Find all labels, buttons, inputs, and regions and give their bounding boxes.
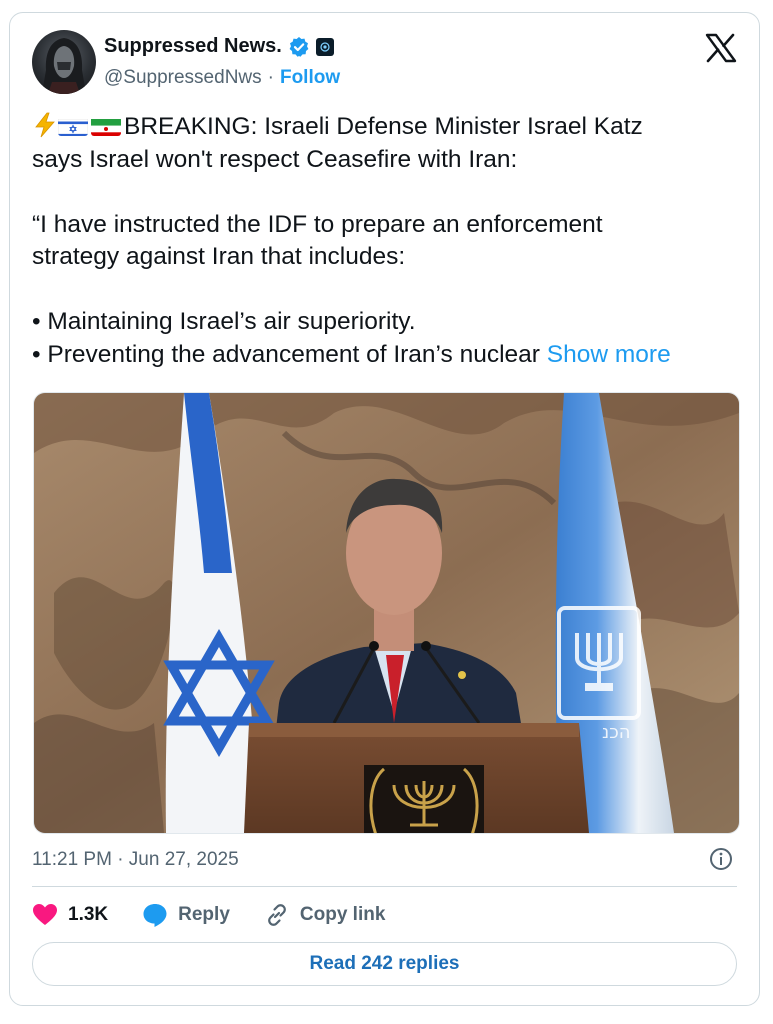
like-button[interactable]: 1.3K xyxy=(32,902,108,928)
tweet-timestamp[interactable]: 11:21 PM · Jun 27, 2025 xyxy=(32,849,239,871)
tweet-line-6: • Preventing the advancement of Iran’s n… xyxy=(32,340,671,368)
reply-label: Reply xyxy=(178,904,230,925)
link-icon xyxy=(268,904,286,926)
affiliate-badge-icon xyxy=(315,37,334,56)
israel-flag-icon xyxy=(58,116,88,136)
info-icon[interactable] xyxy=(709,847,733,871)
separator-dot: · xyxy=(267,67,274,88)
verified-badge-icon xyxy=(289,36,309,57)
iran-flag-icon xyxy=(91,116,121,136)
reply-button[interactable]: Reply xyxy=(142,902,230,928)
tweet-line-1: BREAKING: Israeli Defense Minister Israe… xyxy=(32,111,744,144)
hooded-figure-icon xyxy=(42,38,86,94)
author-avatar[interactable] xyxy=(32,30,96,94)
author-handle[interactable]: @SuppressedNws xyxy=(104,67,262,89)
author-name[interactable]: Suppressed News. xyxy=(104,35,282,58)
tweet-line-2: says Israel won't respect Ceasefire with… xyxy=(32,145,518,173)
heart-icon xyxy=(33,904,57,925)
tweet-line-3: “I have instructed the IDF to prepare an… xyxy=(32,210,603,238)
read-replies-button[interactable]: Read 242 replies xyxy=(32,942,737,986)
copy-link-button[interactable]: Copy link xyxy=(264,902,386,928)
x-logo-icon[interactable] xyxy=(705,33,737,63)
svg-text:הכנ: הכנ xyxy=(602,722,631,743)
tweet-photo[interactable]: הכנ xyxy=(33,392,740,834)
reply-bubble-icon xyxy=(143,904,167,927)
handle-row: @SuppressedNws · Follow xyxy=(104,67,340,89)
tweet-line-4: strategy against Iran that includes: xyxy=(32,243,406,270)
likes-count: 1.3K xyxy=(68,904,109,925)
copy-link-label: Copy link xyxy=(299,904,386,925)
tweet-text: BREAKING: Israeli Defense Minister Israe… xyxy=(32,111,744,371)
divider xyxy=(32,886,737,887)
follow-button[interactable]: Follow xyxy=(280,67,340,89)
author-name-row: Suppressed News. xyxy=(104,35,334,58)
show-more-link[interactable]: Show more xyxy=(547,341,671,368)
tweet-card[interactable]: Suppressed News. @SuppressedNws · Follow xyxy=(9,12,760,1006)
tweet-actions: 1.3K Reply Copy link xyxy=(32,902,419,928)
lightning-emoji-icon xyxy=(35,112,55,138)
speaker-at-podium-image: הכנ xyxy=(34,393,739,833)
tweet-line-5: • Maintaining Israel’s air superiority. xyxy=(32,308,416,335)
